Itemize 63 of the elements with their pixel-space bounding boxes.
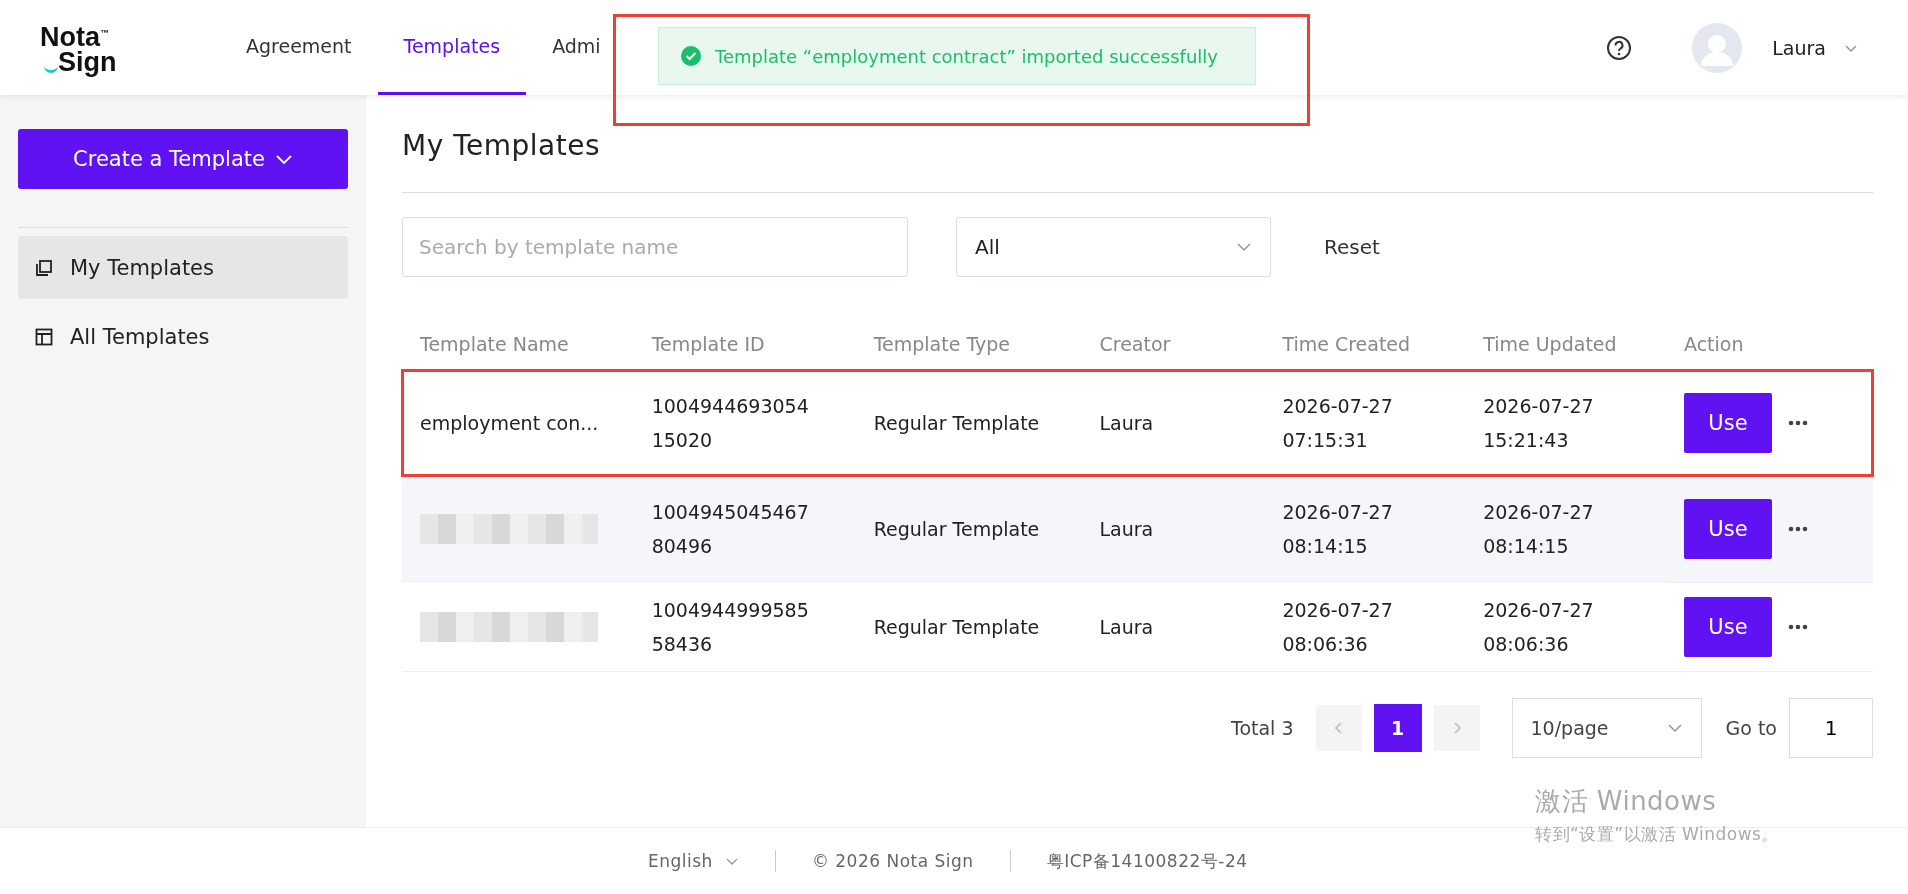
copyright-text: © 2026 Nota Sign xyxy=(811,851,974,871)
layout-icon xyxy=(34,326,54,347)
chevron-right-icon xyxy=(1451,721,1462,735)
chevron-down-icon xyxy=(274,153,293,165)
total-count: Total 3 xyxy=(1231,717,1294,739)
reset-button[interactable]: Reset xyxy=(1324,235,1380,259)
goto-label: Go to xyxy=(1725,717,1777,739)
help-icon[interactable] xyxy=(1606,34,1633,61)
check-circle-icon xyxy=(681,46,701,66)
column-header: Action xyxy=(1683,333,1744,355)
sidebar-item[interactable]: All Templates xyxy=(18,305,348,368)
activation-notice-title: 激活 Windows xyxy=(1535,785,1718,818)
table-cell-text: 1004944693054 15020 xyxy=(651,393,809,453)
table-cell: Laura xyxy=(1099,615,1154,638)
column-header: Time Created xyxy=(1282,333,1411,355)
column-header: Template Name xyxy=(420,333,569,355)
column-header: Time Updated xyxy=(1483,333,1617,355)
chevron-left-icon xyxy=(1333,721,1344,735)
table-cell-text: 2026-07-27 08:06:36 xyxy=(1483,597,1594,657)
chevron-down-icon xyxy=(1236,242,1252,252)
table-cell-text: 2026-07-27 07:15:31 xyxy=(1282,393,1393,453)
goto-field[interactable]: 1 xyxy=(1789,698,1873,758)
table-cell-text: 1004945045467 80496 xyxy=(651,499,809,559)
column-header: Creator xyxy=(1099,333,1171,355)
more-icon[interactable] xyxy=(1787,526,1808,532)
activation-notice-text: 转到“设置”以激活 Windows。 xyxy=(1535,823,1779,846)
table-cell-text: 2026-07-27 15:21:43 xyxy=(1483,393,1594,453)
nav-tab[interactable]: Admi xyxy=(526,0,627,95)
toast-message: Template “employment contract” imported successfully xyxy=(715,45,1218,67)
page-title: My Templates xyxy=(402,129,601,164)
chevron-down-icon xyxy=(724,856,739,866)
chevron-down-icon xyxy=(1666,723,1683,733)
table-cell-text: 1004944999585 58436 xyxy=(651,597,809,657)
copy-icon xyxy=(34,257,54,278)
sidebar-item[interactable]: My Templates xyxy=(18,236,348,299)
table-cell: Regular Template xyxy=(873,517,1040,540)
column-header: Template ID xyxy=(651,333,765,355)
more-icon[interactable] xyxy=(1787,623,1808,630)
use-button[interactable]: Use xyxy=(1683,393,1772,453)
caret-icon[interactable] xyxy=(1844,42,1858,53)
icp-link[interactable]: 粤ICP备14100822号-24 xyxy=(1046,849,1248,873)
table-cell: employment con... xyxy=(420,411,599,434)
nav-tab[interactable]: Agreement xyxy=(220,0,378,95)
table-cell: Laura xyxy=(1099,411,1154,434)
user-name[interactable]: Laura xyxy=(1772,36,1826,59)
table-cell: Regular Template xyxy=(873,411,1040,434)
use-button[interactable]: Use xyxy=(1683,596,1772,657)
table-cell-text: 2026-07-27 08:14:15 xyxy=(1282,499,1393,559)
table-cell: Laura xyxy=(1099,517,1154,540)
page-number[interactable]: 1 xyxy=(1373,704,1422,752)
create-template-button[interactable]: Create a Template xyxy=(18,129,348,189)
table-cell-text: 2026-07-27 08:14:15 xyxy=(1483,499,1594,559)
type-select[interactable]: All xyxy=(956,217,1271,277)
search-field[interactable]: Search by template name xyxy=(402,217,908,277)
table-cell-text: 2026-07-27 08:06:36 xyxy=(1282,597,1393,657)
column-header: Template Type xyxy=(873,333,1011,355)
more-icon[interactable] xyxy=(1787,420,1808,426)
table-cell: Regular Template xyxy=(873,615,1040,638)
language-select[interactable]: English xyxy=(648,851,739,871)
logo: Nota$^{™}$ Sign xyxy=(40,20,118,75)
use-button[interactable]: Use xyxy=(1683,499,1772,559)
page-size-select[interactable]: 10/page xyxy=(1511,698,1702,758)
nav-tab[interactable]: Templates xyxy=(377,0,527,95)
